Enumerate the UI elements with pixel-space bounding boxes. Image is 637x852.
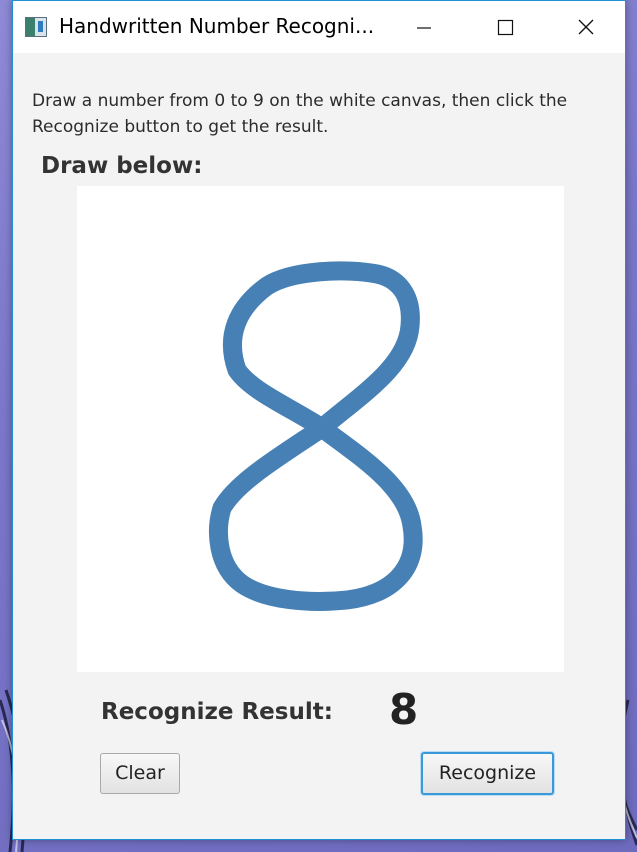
clear-button[interactable]: Clear bbox=[100, 753, 180, 794]
maximize-icon bbox=[497, 19, 514, 36]
minimize-icon bbox=[417, 27, 431, 29]
minimize-button[interactable] bbox=[395, 1, 451, 53]
app-window: Handwritten Number Recogni... Draw a num… bbox=[12, 0, 626, 840]
drawing-canvas[interactable] bbox=[77, 186, 564, 672]
title-bar[interactable]: Handwritten Number Recogni... bbox=[13, 1, 625, 53]
recognize-button[interactable]: Recognize bbox=[421, 752, 554, 795]
handwritten-digit-drawing bbox=[209, 261, 423, 611]
window-title: Handwritten Number Recogni... bbox=[59, 14, 375, 38]
draw-below-label: Draw below: bbox=[41, 153, 203, 179]
recognize-result-value: 8 bbox=[389, 685, 419, 734]
maximize-button[interactable] bbox=[477, 1, 533, 53]
instructions-text: Draw a number from 0 to 9 on the white c… bbox=[32, 91, 568, 137]
close-button[interactable] bbox=[559, 1, 615, 53]
app-icon bbox=[25, 17, 47, 37]
recognize-result-label: Recognize Result: bbox=[101, 699, 333, 725]
close-icon bbox=[578, 19, 594, 35]
